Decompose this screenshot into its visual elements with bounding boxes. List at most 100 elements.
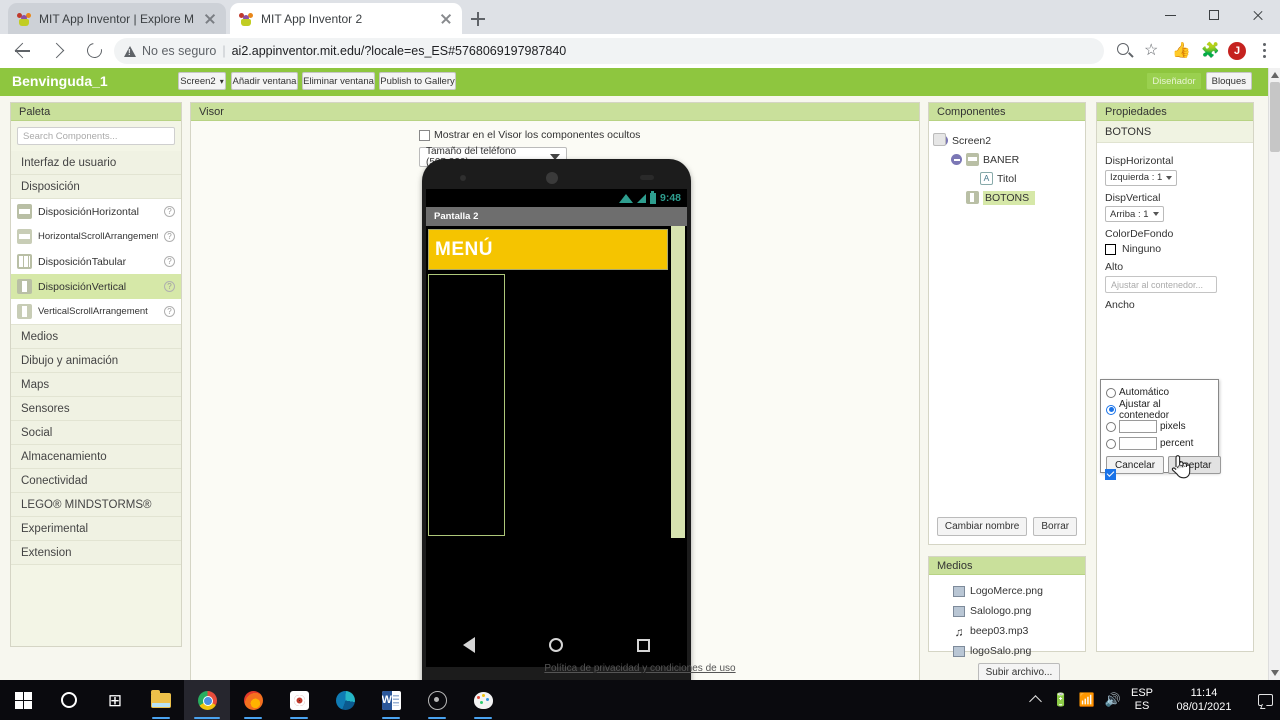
palette-category-sensores[interactable]: Sensores <box>11 397 181 421</box>
forward-arrow-icon[interactable] <box>44 37 72 65</box>
new-tab-button[interactable] <box>466 7 490 31</box>
chrome-button[interactable] <box>184 680 230 720</box>
file-explorer-button[interactable] <box>138 680 184 720</box>
obs-record-button[interactable] <box>276 680 322 720</box>
prop-select-dispvertical[interactable]: Arriba : 1 <box>1105 206 1164 222</box>
window-close-button[interactable] <box>1236 0 1280 30</box>
scroll-up-arrow-icon[interactable] <box>1271 72 1279 78</box>
back-arrow-icon[interactable] <box>8 37 36 65</box>
media-item[interactable]: LogoMerce.png <box>953 581 1085 601</box>
component-baner[interactable]: MENÚ <box>428 229 668 270</box>
media-item[interactable]: ♫ beep03.mp3 <box>953 621 1085 641</box>
remove-screen-button[interactable]: Eliminar ventana <box>302 72 375 90</box>
start-button[interactable] <box>0 680 46 720</box>
palette-category-almacenamiento[interactable]: Almacenamiento <box>11 445 181 469</box>
privacy-policy-link[interactable]: Política de privacidad y condiciones de … <box>0 663 1280 674</box>
search-input[interactable]: Search Components... <box>17 127 175 145</box>
prop-colordefondo[interactable]: Ninguno <box>1105 243 1245 255</box>
close-icon[interactable] <box>438 11 454 27</box>
recents-square-icon[interactable] <box>637 638 650 652</box>
tree-item-titol[interactable]: A Titol <box>937 169 1085 188</box>
reload-icon[interactable] <box>80 37 108 65</box>
percent-input[interactable] <box>1119 437 1157 450</box>
task-view-button[interactable]: ⊞ <box>92 680 138 720</box>
home-circle-icon[interactable] <box>549 638 563 652</box>
media-item[interactable]: logoSalo.png <box>953 641 1085 661</box>
zoom-out-icon[interactable] <box>1112 38 1138 64</box>
edge-button[interactable] <box>322 680 368 720</box>
help-icon[interactable]: ? <box>164 231 175 242</box>
battery-icon[interactable]: 🔋 <box>1048 680 1074 720</box>
close-icon[interactable] <box>202 11 218 27</box>
help-icon[interactable]: ? <box>164 281 175 292</box>
palette-item-horizontalscrollarrangement[interactable]: HorizontalScrollArrangement ? <box>11 224 181 249</box>
palette-item-disposicionhorizontal[interactable]: DisposiciónHorizontal ? <box>11 199 181 224</box>
color-swatch[interactable] <box>1105 243 1116 255</box>
palette-category-experimental[interactable]: Experimental <box>11 517 181 541</box>
help-icon[interactable]: ? <box>164 256 175 267</box>
pixels-input[interactable] <box>1119 420 1157 433</box>
paint-button[interactable] <box>460 680 506 720</box>
publish-gallery-button[interactable]: Publish to Gallery <box>379 72 456 90</box>
firefox-button[interactable] <box>230 680 276 720</box>
palette-category-extension[interactable]: Extension <box>11 541 181 565</box>
clock[interactable]: 11:14 08/01/2021 <box>1158 680 1250 720</box>
collapse-toggle-icon[interactable] <box>951 154 962 165</box>
designer-button[interactable]: Diseñador <box>1146 72 1202 90</box>
palette-item-disposicionvertical[interactable]: DisposiciónVertical ? <box>11 274 181 299</box>
kebab-menu-icon[interactable] <box>1252 38 1278 64</box>
delete-component-button[interactable]: Borrar <box>1033 517 1078 536</box>
width-option-pixels[interactable]: pixels <box>1106 418 1213 435</box>
property-checkbox[interactable] <box>1105 469 1116 480</box>
prop-input-alto[interactable]: Ajustar al contenedor... <box>1105 276 1217 293</box>
media-item[interactable]: Salologo.png <box>953 601 1085 621</box>
palette-category-disposicion[interactable]: Disposición <box>11 175 181 199</box>
add-screen-button[interactable]: Añadir ventana <box>231 72 298 90</box>
window-maximize-button[interactable] <box>1192 0 1236 30</box>
blocks-button[interactable]: Bloques <box>1205 72 1252 90</box>
palette-category-social[interactable]: Social <box>11 421 181 445</box>
tree-item-baner[interactable]: BANER <box>937 150 1085 169</box>
radio-button-selected[interactable] <box>1106 404 1116 415</box>
star-icon[interactable]: ☆ <box>1140 38 1166 64</box>
palette-category-interfaz[interactable]: Interfaz de usuario <box>11 151 181 175</box>
accept-button[interactable]: Aceptar <box>1168 456 1221 474</box>
palette-category-conectividad[interactable]: Conectividad <box>11 469 181 493</box>
tree-item-botons[interactable]: BOTONS <box>937 188 1085 207</box>
component-botons[interactable] <box>428 274 505 536</box>
browser-tab-2[interactable]: MIT App Inventor 2 <box>230 3 462 34</box>
language-indicator[interactable]: ESP ES <box>1126 680 1158 720</box>
obs-button[interactable] <box>414 680 460 720</box>
browser-tab-1[interactable]: MIT App Inventor | Explore MIT A <box>8 3 226 34</box>
tree-item-screen2[interactable]: Screen2 <box>933 131 1085 150</box>
puzzle-icon[interactable]: 🧩 <box>1196 38 1222 64</box>
palette-category-maps[interactable]: Maps <box>11 373 181 397</box>
word-button[interactable] <box>368 680 414 720</box>
scrollbar-thumb[interactable] <box>1270 82 1280 152</box>
show-hidden-components-checkbox[interactable]: Mostrar en el Visor los componentes ocul… <box>419 129 640 141</box>
radio-button[interactable] <box>1106 387 1116 398</box>
help-icon[interactable]: ? <box>164 206 175 217</box>
wifi-icon[interactable]: 📶 <box>1074 680 1100 720</box>
palette-category-lego[interactable]: LEGO® MINDSTORMS® <box>11 493 181 517</box>
width-option-percent[interactable]: percent <box>1106 435 1213 452</box>
screen-selector[interactable]: Screen2 ▾ <box>178 72 226 90</box>
palette-category-medios[interactable]: Medios <box>11 325 181 349</box>
thumbs-up-icon[interactable]: 👍 <box>1168 38 1194 64</box>
avatar[interactable]: J <box>1224 38 1250 64</box>
palette-category-dibujo[interactable]: Dibujo y animación <box>11 349 181 373</box>
address-bar[interactable]: No es seguro | ai2.appinventor.mit.edu/?… <box>114 38 1104 64</box>
scroll-down-arrow-icon[interactable] <box>1271 670 1279 676</box>
rename-component-button[interactable]: Cambiar nombre <box>936 517 1028 536</box>
palette-item-verticalscrollarrangement[interactable]: VerticalScrollArrangement ? <box>11 299 181 324</box>
cortana-search-button[interactable] <box>46 680 92 720</box>
help-icon[interactable]: ? <box>164 306 175 317</box>
page-scrollbar[interactable] <box>1268 68 1280 680</box>
width-option-ajustar[interactable]: Ajustar al contenedor <box>1106 399 1213 421</box>
action-center-icon[interactable] <box>1250 680 1280 720</box>
volume-icon[interactable]: 🔊 <box>1100 680 1126 720</box>
back-triangle-icon[interactable] <box>463 637 475 653</box>
radio-button[interactable] <box>1106 438 1116 449</box>
show-hidden-icons-chevron[interactable] <box>1022 680 1048 720</box>
radio-button[interactable] <box>1106 421 1116 432</box>
